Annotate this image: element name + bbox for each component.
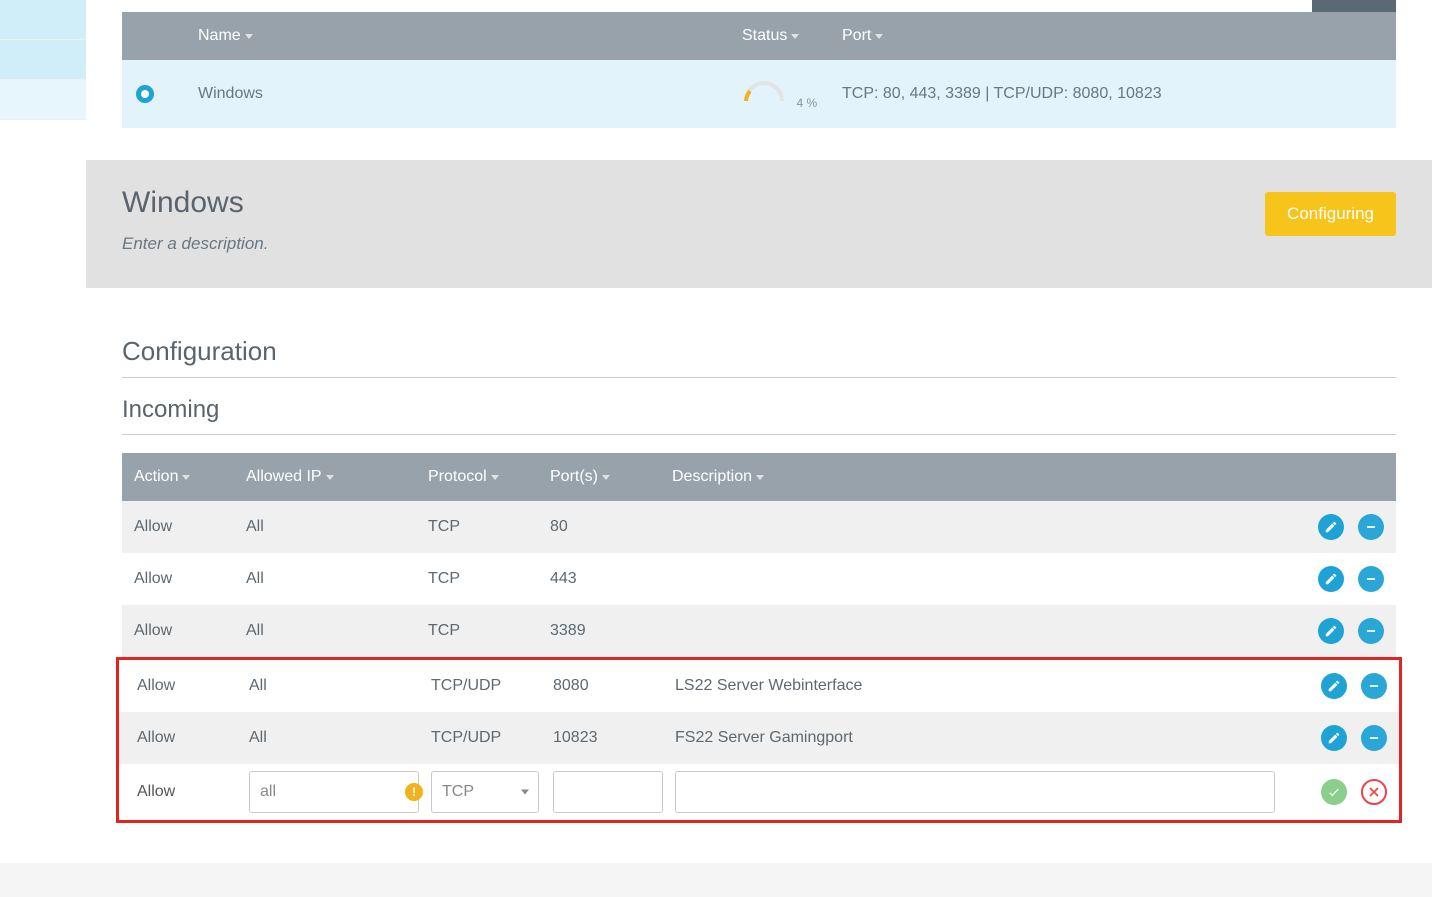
- caret-down-icon: [491, 475, 499, 480]
- description-input[interactable]: [675, 771, 1275, 813]
- panel-top-accent: [122, 0, 1396, 12]
- remove-button[interactable]: [1358, 566, 1384, 592]
- server-ports: TCP: 80, 443, 3389 | TCP/UDP: 8080, 1082…: [842, 85, 1382, 103]
- configuring-button[interactable]: Configuring: [1265, 192, 1396, 236]
- rules-header-action[interactable]: Action: [134, 468, 246, 486]
- sidebar-item-2[interactable]: [0, 40, 86, 80]
- edit-button[interactable]: [1318, 514, 1344, 540]
- remove-button[interactable]: [1361, 673, 1387, 699]
- caret-down-icon: [791, 34, 799, 39]
- rules-header-description[interactable]: Description: [672, 468, 1284, 486]
- detail-title: Windows: [122, 186, 268, 220]
- sidebar: [0, 0, 86, 863]
- server-name: Windows: [198, 85, 742, 103]
- highlighted-rules: Allow All TCP/UDP 8080 LS22 Server Webin…: [116, 657, 1402, 823]
- caret-down-icon: [756, 475, 764, 480]
- remove-button[interactable]: [1358, 514, 1384, 540]
- new-rule-action: Allow: [137, 783, 249, 801]
- caret-down-icon: [875, 34, 883, 39]
- radio-selected-icon[interactable]: [136, 85, 154, 103]
- rule-row: Allow All TCP 443: [122, 553, 1396, 605]
- detail-description[interactable]: Enter a description.: [122, 234, 268, 254]
- rules-header-ports[interactable]: Port(s): [550, 468, 672, 486]
- section-incoming: Incoming: [122, 396, 1396, 424]
- rules-table-header: Action Allowed IP Protocol Port(s) Descr…: [122, 453, 1396, 501]
- edit-button[interactable]: [1318, 618, 1344, 644]
- server-row[interactable]: Windows 4 % TCP: 80, 443, 3389 | TCP/UDP…: [122, 60, 1396, 128]
- caret-down-icon: [245, 34, 253, 39]
- remove-button[interactable]: [1361, 725, 1387, 751]
- port-input[interactable]: [553, 771, 663, 813]
- rule-row: Allow All TCP/UDP 10823 FS22 Server Gami…: [119, 712, 1399, 764]
- divider: [122, 434, 1396, 435]
- remove-button[interactable]: [1358, 618, 1384, 644]
- header-status[interactable]: Status: [742, 27, 842, 45]
- caret-down-icon: [182, 475, 190, 480]
- header-name[interactable]: Name: [198, 27, 742, 45]
- servers-table-header: Name Status Port: [122, 12, 1396, 60]
- rules-header-ip[interactable]: Allowed IP: [246, 468, 428, 486]
- edit-button[interactable]: [1321, 725, 1347, 751]
- warning-icon: !: [405, 783, 423, 801]
- cancel-button[interactable]: [1361, 779, 1387, 805]
- edit-button[interactable]: [1321, 673, 1347, 699]
- rule-row: Allow All TCP 80: [122, 501, 1396, 553]
- caret-down-icon: [602, 475, 610, 480]
- gauge-icon: [742, 81, 786, 103]
- edit-button[interactable]: [1318, 566, 1344, 592]
- divider: [122, 377, 1396, 378]
- section-configuration: Configuration: [122, 336, 1396, 367]
- protocol-select[interactable]: [431, 771, 539, 813]
- rule-row: Allow All TCP 3389: [122, 605, 1396, 657]
- server-status: 4 %: [742, 81, 842, 108]
- sidebar-item-3[interactable]: [0, 80, 86, 120]
- caret-down-icon: [326, 475, 334, 480]
- servers-panel: Name Status Port Windows 4 % TCP: [122, 12, 1396, 128]
- header-port[interactable]: Port: [842, 27, 1382, 45]
- detail-banner: Windows Enter a description. Configuring: [86, 160, 1432, 288]
- rules-header-protocol[interactable]: Protocol: [428, 468, 550, 486]
- rule-row: Allow All TCP/UDP 8080 LS22 Server Webin…: [119, 660, 1399, 712]
- new-rule-row: Allow !: [119, 764, 1399, 820]
- sidebar-item-active[interactable]: [0, 0, 86, 40]
- confirm-button[interactable]: [1321, 779, 1347, 805]
- allowed-ip-input[interactable]: [249, 771, 419, 813]
